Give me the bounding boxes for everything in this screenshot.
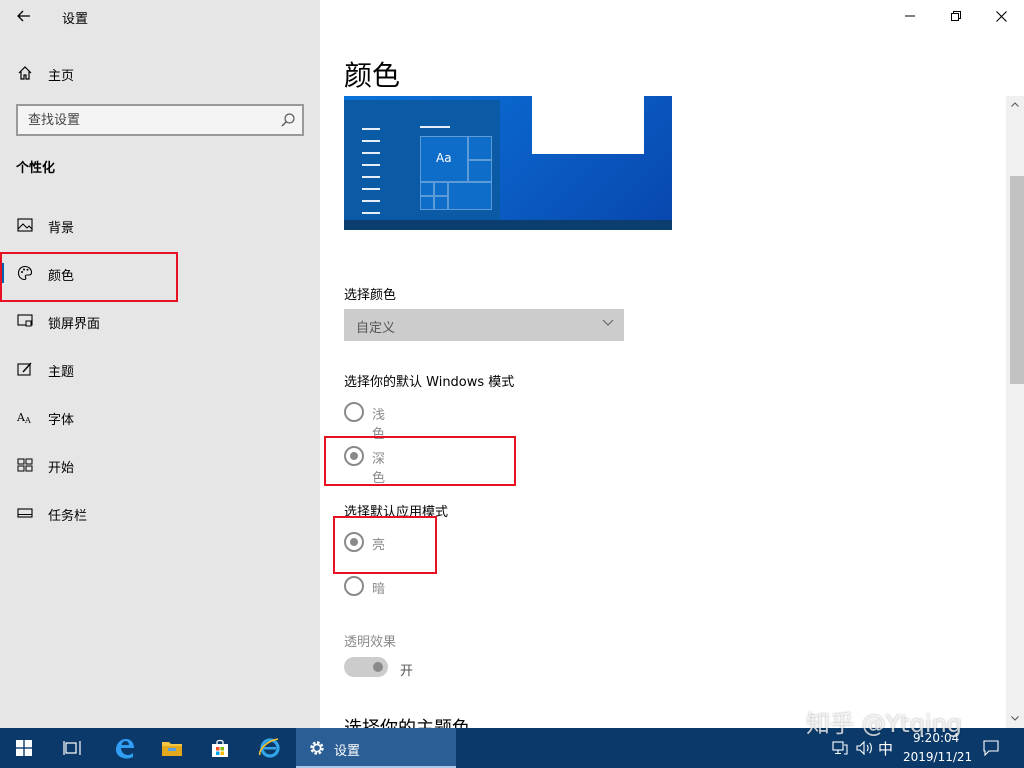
input-method-indicator[interactable]: 中 bbox=[878, 738, 893, 759]
scroll-up-button[interactable] bbox=[1006, 96, 1024, 112]
clock-date[interactable]: 2019/11/21 bbox=[903, 750, 972, 764]
back-arrow-icon bbox=[17, 10, 30, 22]
transparency-label: 透明效果 bbox=[344, 635, 397, 650]
internet-explorer-icon bbox=[258, 738, 280, 758]
store-button[interactable] bbox=[196, 728, 244, 768]
page-title: 颜色 bbox=[344, 59, 401, 92]
taskbar-app-label: 设置 bbox=[334, 744, 361, 759]
volume-icon[interactable] bbox=[856, 741, 874, 755]
search-icon[interactable] bbox=[280, 112, 296, 128]
sidebar-item-label: 任务栏 bbox=[48, 509, 88, 524]
task-view-button[interactable] bbox=[48, 728, 96, 768]
start-grid-icon bbox=[16, 457, 34, 473]
restore-button[interactable] bbox=[933, 0, 979, 32]
back-button[interactable] bbox=[10, 4, 38, 28]
section-heading: 个性化 bbox=[16, 161, 56, 176]
choose-color-label: 选择颜色 bbox=[344, 288, 397, 303]
chevron-up-icon bbox=[1011, 101, 1019, 107]
sidebar-item-label: 开始 bbox=[48, 461, 75, 476]
scrollbar-thumb[interactable] bbox=[1010, 176, 1024, 384]
minimize-button[interactable] bbox=[887, 0, 933, 32]
choose-color-dropdown[interactable]: 自定义 bbox=[344, 309, 624, 341]
sidebar-item-label: 字体 bbox=[48, 413, 75, 428]
scroll-down-button[interactable] bbox=[1006, 710, 1024, 726]
chevron-down-icon bbox=[1011, 715, 1019, 721]
settings-sidebar: 设置 主页 个性化 背景 颜色 锁屏界面 主题 bbox=[0, 0, 320, 728]
toggle-state-label: 开 bbox=[400, 664, 414, 679]
lock-screen-icon bbox=[16, 313, 34, 329]
highlight-box bbox=[0, 252, 178, 302]
sidebar-item-label: 背景 bbox=[48, 221, 75, 236]
radio-label: 暗 bbox=[372, 582, 386, 597]
scrollbar[interactable] bbox=[1006, 96, 1024, 728]
sidebar-item-label: 锁屏界面 bbox=[48, 317, 101, 332]
sidebar-item-background[interactable]: 背景 bbox=[0, 207, 320, 243]
transparency-toggle[interactable] bbox=[344, 657, 388, 677]
edge-browser-icon bbox=[116, 739, 134, 759]
close-icon bbox=[995, 10, 1007, 22]
taskbar-icon bbox=[16, 505, 34, 521]
theme-brush-icon bbox=[16, 361, 34, 377]
windows-logo-icon bbox=[16, 740, 32, 756]
svg-text:A: A bbox=[24, 416, 31, 424]
internet-explorer-button[interactable] bbox=[246, 728, 294, 768]
sidebar-item-start[interactable]: 开始 bbox=[0, 447, 320, 483]
sidebar-item-fonts[interactable]: AA 字体 bbox=[0, 399, 320, 435]
sidebar-item-themes[interactable]: 主题 bbox=[0, 351, 320, 387]
gear-icon bbox=[310, 741, 324, 755]
search-input[interactable] bbox=[18, 106, 268, 134]
settings-content: 颜色 Aa 选择颜色 自定义 选择你的默认 Windows 模式 浅色 深色 选… bbox=[320, 0, 1024, 728]
sidebar-item-label: 主页 bbox=[48, 69, 75, 84]
taskbar-settings-app[interactable]: 设置 bbox=[296, 728, 456, 768]
sidebar-item-label: 主题 bbox=[48, 365, 75, 380]
watermark: 知乎 @Ytqing bbox=[806, 710, 963, 738]
home-icon bbox=[16, 65, 34, 81]
close-button[interactable] bbox=[978, 0, 1024, 32]
search-box[interactable] bbox=[16, 104, 304, 136]
edge-button[interactable] bbox=[100, 728, 148, 768]
preview-window bbox=[532, 96, 644, 154]
store-bag-icon bbox=[212, 739, 228, 757]
network-icon[interactable] bbox=[832, 741, 848, 755]
file-explorer-button[interactable] bbox=[148, 728, 196, 768]
image-icon bbox=[16, 217, 34, 233]
highlight-box bbox=[324, 436, 516, 486]
app-title: 设置 bbox=[62, 12, 89, 27]
radio-button[interactable] bbox=[344, 576, 364, 596]
restore-icon bbox=[951, 11, 961, 21]
preview-taskbar bbox=[344, 220, 672, 230]
chevron-down-icon bbox=[602, 319, 614, 326]
theme-preview: Aa bbox=[344, 96, 672, 230]
dropdown-value: 自定义 bbox=[356, 321, 396, 336]
notification-icon[interactable] bbox=[983, 740, 999, 756]
task-view-icon bbox=[63, 741, 81, 755]
minimize-icon bbox=[905, 15, 915, 17]
sidebar-item-lock-screen[interactable]: 锁屏界面 bbox=[0, 303, 320, 339]
preview-start-menu bbox=[344, 100, 500, 220]
sidebar-item-home[interactable]: 主页 bbox=[0, 55, 320, 91]
font-icon: AA bbox=[16, 409, 34, 425]
accent-color-heading: 选择你的主题色 bbox=[344, 714, 470, 728]
highlight-box bbox=[333, 516, 437, 574]
radio-button[interactable] bbox=[344, 402, 364, 422]
windows-mode-label: 选择你的默认 Windows 模式 bbox=[344, 375, 515, 390]
preview-sample-text: Aa bbox=[436, 151, 452, 165]
sidebar-item-taskbar[interactable]: 任务栏 bbox=[0, 495, 320, 531]
start-button[interactable] bbox=[0, 728, 48, 768]
folder-icon bbox=[162, 742, 182, 756]
